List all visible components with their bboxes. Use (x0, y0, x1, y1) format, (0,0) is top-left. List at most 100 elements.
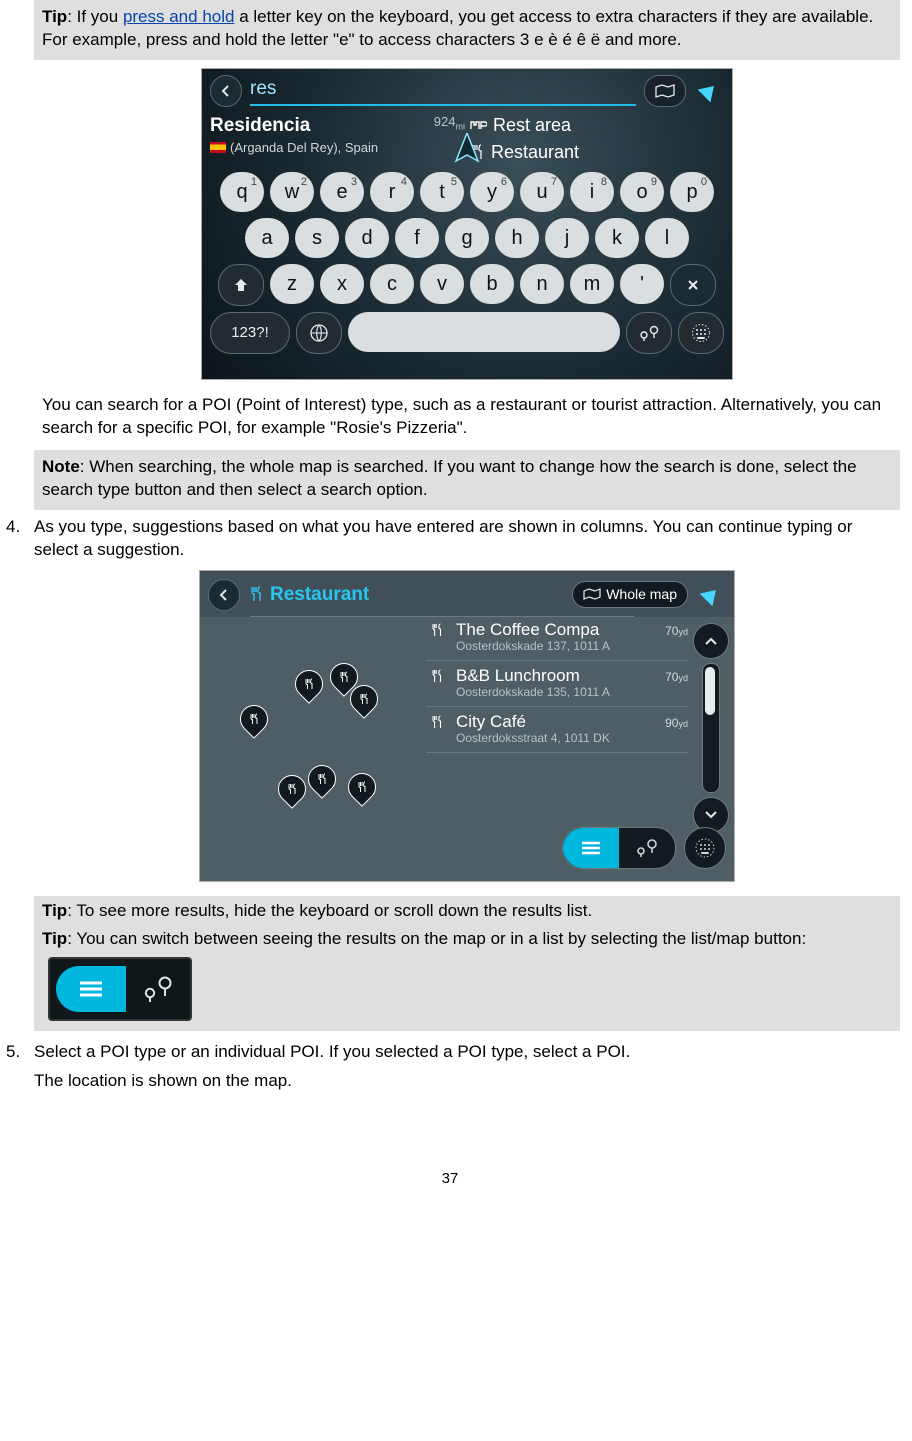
map-icon (583, 588, 601, 600)
list-map-toggle[interactable] (562, 827, 676, 869)
list-icon (76, 978, 106, 1000)
show-keyboard-button[interactable] (684, 827, 726, 869)
poi-pin[interactable] (272, 769, 312, 809)
back-button[interactable] (210, 75, 242, 107)
list-icon (579, 839, 603, 857)
key-'[interactable]: ' (620, 264, 664, 304)
chevron-up-icon (704, 636, 718, 646)
poi-paragraph: You can search for a POI (Point of Inter… (42, 394, 892, 440)
flag-spain-icon (210, 142, 226, 153)
restaurant-icon (248, 586, 264, 602)
step-number: 5. (0, 1041, 34, 1064)
map-pins-icon (138, 974, 178, 1004)
current-location-indicator (696, 580, 726, 610)
key-z[interactable]: z (270, 264, 314, 304)
shift-icon (233, 277, 249, 293)
map-pins-icon (633, 838, 661, 858)
globe-icon (309, 323, 329, 343)
key-d[interactable]: d (345, 218, 389, 258)
search-scope-button[interactable] (644, 75, 686, 107)
result-subtitle: (Arganda Del Rey), Spain (230, 139, 378, 157)
list-map-button-image (48, 957, 192, 1021)
key-g[interactable]: g (445, 218, 489, 258)
map-icon (655, 84, 675, 98)
result-item[interactable]: City CaféOosterdoksstraat 4, 1011 DK90yd (426, 707, 688, 753)
results-screenshot: Restaurant Whole map (199, 570, 735, 882)
shift-key[interactable] (218, 264, 264, 306)
result-title: Residencia (210, 113, 310, 139)
key-l[interactable]: l (645, 218, 689, 258)
restaurant-icon (430, 623, 444, 637)
step-number: 4. (0, 516, 34, 539)
rest-area-icon (469, 118, 487, 132)
language-key[interactable] (296, 312, 342, 354)
poi-pin[interactable] (342, 767, 382, 807)
key-c[interactable]: c (370, 264, 414, 304)
address-result[interactable]: Residencia 924mi (Arganda Del Rey), Spai… (210, 113, 465, 165)
tip-box-results: Tip: To see more results, hide the keybo… (34, 896, 900, 1032)
keyboard-icon (691, 323, 711, 343)
keyboard-layout-key[interactable] (678, 312, 724, 354)
poi-pin[interactable] (234, 699, 274, 739)
note-label: Note (42, 457, 80, 476)
key-w[interactable]: w2 (270, 172, 314, 212)
key-a[interactable]: a (245, 218, 289, 258)
keyboard-screenshot: res Residencia 924mi (Arganda Del Rey), … (201, 68, 733, 380)
key-t[interactable]: t5 (420, 172, 464, 212)
search-field[interactable]: res (250, 76, 636, 106)
back-button[interactable] (208, 579, 240, 611)
step5-line2: The location is shown on the map. (34, 1070, 892, 1093)
key-i[interactable]: i8 (570, 172, 614, 212)
category-results[interactable]: Rest area Restaurant (469, 113, 724, 165)
on-screen-keyboard: q1w2e3r4t5y6u7i8o9p0 asdfghjkl zxcvbnm' 123… (202, 170, 732, 368)
key-b[interactable]: b (470, 264, 514, 304)
key-m[interactable]: m (570, 264, 614, 304)
map-pins-icon (637, 324, 661, 342)
key-y[interactable]: y6 (470, 172, 514, 212)
chevron-down-icon (704, 810, 718, 820)
result-item[interactable]: B&B LunchroomOosterdokskade 135, 1011 A7… (426, 661, 688, 707)
scroll-up-button[interactable] (693, 623, 729, 659)
current-location-indicator (694, 76, 724, 106)
chevron-left-icon (217, 588, 231, 602)
result-item[interactable]: The Coffee CompaOosterdokskade 137, 1011… (426, 615, 688, 661)
key-o[interactable]: o9 (620, 172, 664, 212)
tip-box-press-hold: Tip: If you press and hold a letter key … (34, 0, 900, 60)
close-icon (686, 278, 700, 292)
map-view[interactable] (200, 615, 426, 877)
restaurant-icon (430, 715, 444, 729)
poi-pin[interactable] (289, 664, 329, 704)
key-p[interactable]: p0 (670, 172, 714, 212)
key-h[interactable]: h (495, 218, 539, 258)
restaurant-icon (430, 669, 444, 683)
search-text: res (250, 78, 276, 99)
poi-key[interactable] (626, 312, 672, 354)
search-scope-button[interactable]: Whole map (572, 581, 688, 608)
step4-text: As you type, suggestions based on what y… (34, 516, 892, 562)
key-e[interactable]: e3 (320, 172, 364, 212)
key-x[interactable]: x (320, 264, 364, 304)
step5-line1: Select a POI type or an individual POI. … (34, 1041, 892, 1064)
numeric-key[interactable]: 123?! (210, 312, 290, 354)
key-r[interactable]: r4 (370, 172, 414, 212)
key-v[interactable]: v (420, 264, 464, 304)
space-key[interactable] (348, 312, 620, 352)
key-u[interactable]: u7 (520, 172, 564, 212)
poi-pin[interactable] (302, 759, 342, 799)
backspace-key[interactable] (670, 264, 716, 306)
key-j[interactable]: j (545, 218, 589, 258)
key-n[interactable]: n (520, 264, 564, 304)
chevron-left-icon (219, 84, 233, 98)
scrollbar[interactable] (694, 623, 728, 833)
key-f[interactable]: f (395, 218, 439, 258)
key-q[interactable]: q1 (220, 172, 264, 212)
tip-label: Tip (42, 7, 67, 26)
key-k[interactable]: k (595, 218, 639, 258)
note-box-search-scope: Note: When searching, the whole map is s… (34, 450, 900, 510)
search-field[interactable]: Restaurant (248, 582, 564, 608)
tip-text-before: : If you (67, 7, 123, 26)
press-and-hold-link[interactable]: press and hold (123, 7, 235, 26)
key-s[interactable]: s (295, 218, 339, 258)
page-number: 37 (0, 1169, 900, 1189)
keyboard-icon (694, 837, 716, 859)
